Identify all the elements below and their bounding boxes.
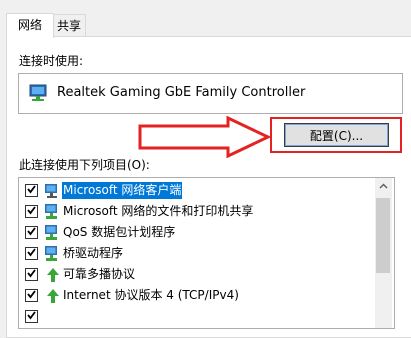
list-item[interactable]: Microsoft 网络的文件和打印机共享 (19, 201, 374, 222)
network-service-icon (45, 225, 57, 240)
checkbox[interactable] (25, 247, 38, 260)
list-item-partial[interactable] (19, 306, 374, 327)
tab-strip: 网络 共享 (0, 0, 411, 38)
checkbox[interactable] (25, 289, 38, 302)
tab-sharing[interactable]: 共享 (52, 14, 86, 37)
list-scrollbar[interactable] (375, 178, 392, 328)
checkmark-icon (27, 290, 36, 299)
configure-button[interactable]: 配置(C)... (284, 123, 389, 147)
annotation-arrow (138, 116, 272, 158)
connect-using-label: 连接时使用: (19, 54, 84, 68)
list-item-label: 桥驱动程序 (63, 246, 124, 260)
scroll-up-arrow-icon[interactable] (375, 178, 392, 195)
checkmark-icon (27, 185, 36, 194)
adapter-field: Realtek Gaming GbE Family Controller (18, 73, 403, 114)
list-item[interactable]: 桥驱动程序 (19, 243, 374, 264)
checkbox[interactable] (25, 226, 38, 239)
list-item-label: Microsoft 网络的文件和打印机共享 (63, 204, 254, 218)
protocol-icon (47, 268, 59, 282)
checkbox[interactable] (25, 205, 38, 218)
list-item-label: Internet 协议版本 4 (TCP/IPv4) (63, 288, 239, 302)
checkmark-icon (27, 311, 36, 320)
checkmark-icon (27, 227, 36, 236)
network-client-icon (45, 184, 57, 198)
items-label: 此连接使用下列项目(O): (19, 158, 150, 172)
list-item[interactable]: 可靠多播协议 (19, 264, 374, 285)
list-item-label: 可靠多播协议 (63, 267, 136, 281)
list-item[interactable]: QoS 数据包计划程序 (19, 222, 374, 243)
adapter-name: Realtek Gaming GbE Family Controller (57, 85, 306, 100)
list-item[interactable]: Microsoft 网络客户端 (19, 180, 374, 201)
checkmark-icon (27, 269, 36, 278)
checkbox[interactable] (25, 310, 38, 323)
protocol-icon (47, 289, 59, 303)
checkmark-icon (27, 206, 36, 215)
list-item[interactable]: Internet 协议版本 4 (TCP/IPv4) (19, 285, 374, 306)
network-service-icon (45, 204, 57, 219)
network-adapter-icon (29, 84, 47, 101)
tab-network[interactable]: 网络 (6, 13, 54, 38)
network-service-icon (45, 246, 57, 261)
list-item-label: Microsoft 网络客户端 (62, 182, 183, 199)
scroll-thumb[interactable] (376, 198, 390, 273)
checkbox[interactable] (25, 184, 38, 197)
list-item-label: QoS 数据包计划程序 (63, 225, 176, 239)
checkmark-icon (27, 248, 36, 257)
checkbox[interactable] (25, 268, 38, 281)
components-list[interactable]: Microsoft 网络客户端 Microsoft 网络的文件和打印机共享 Qo… (18, 177, 395, 329)
